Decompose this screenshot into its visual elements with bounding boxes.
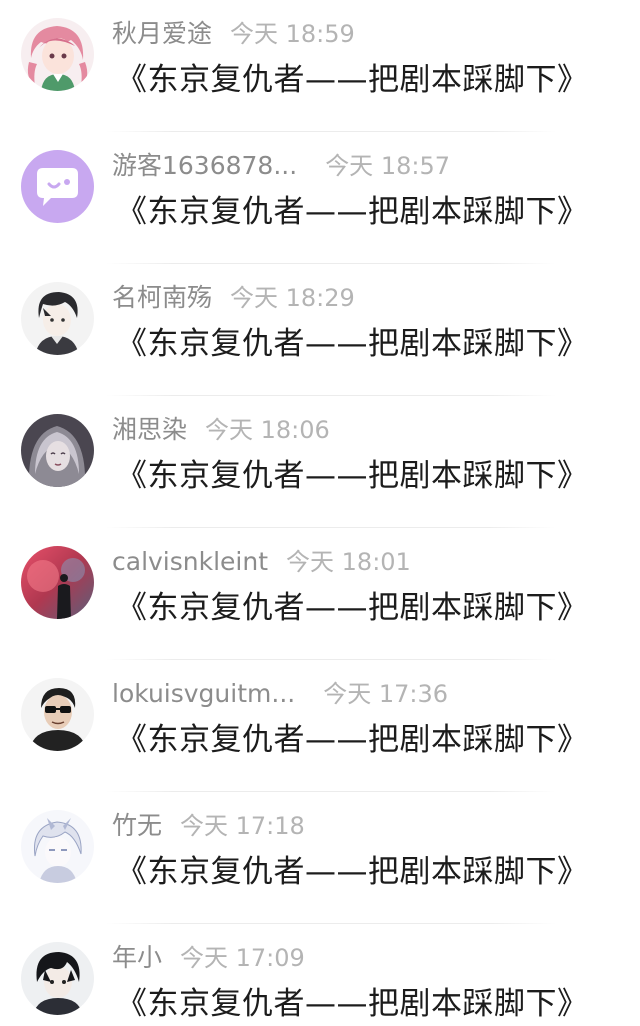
comment-meta: 竹无 今天 17:18 bbox=[112, 808, 305, 844]
timestamp: 今天 18:57 bbox=[325, 152, 450, 180]
comment-item[interactable]: 湘思染 今天 18:06 《东京复仇者——把剧本踩脚下》 bbox=[0, 396, 640, 528]
username[interactable]: calvisnkleint bbox=[112, 544, 268, 580]
username[interactable]: lokuisvguitm... bbox=[112, 676, 295, 712]
username[interactable]: 竹无 bbox=[112, 808, 162, 844]
comment-meta: lokuisvguitm... 今天 17:36 bbox=[112, 676, 448, 712]
anime-girl-white-hair-avatar bbox=[21, 414, 94, 487]
username[interactable]: 湘思染 bbox=[112, 412, 187, 448]
avatar[interactable] bbox=[21, 678, 94, 751]
comment-item[interactable]: 年小 今天 17:09 《东京复仇者——把剧本踩脚下》 bbox=[0, 924, 640, 1026]
anime-boy-black-hair-avatar bbox=[21, 942, 94, 1015]
comment-item[interactable]: 秋月爱途 今天 18:59 《东京复仇者——把剧本踩脚下》 bbox=[0, 0, 640, 132]
username[interactable]: 游客1636878... bbox=[112, 148, 297, 184]
timestamp: 今天 18:29 bbox=[230, 284, 355, 312]
avatar[interactable] bbox=[21, 546, 94, 619]
guest-chat-bubble-avatar bbox=[21, 150, 94, 223]
username[interactable]: 年小 bbox=[112, 940, 162, 976]
comment-meta: 名柯南殇 今天 18:29 bbox=[112, 280, 355, 316]
avatar[interactable] bbox=[21, 810, 94, 883]
comment-text: 《东京复仇者——把剧本踩脚下》 bbox=[116, 194, 589, 230]
timestamp: 今天 18:01 bbox=[286, 548, 411, 576]
silhouette-smoke-avatar bbox=[21, 546, 94, 619]
username[interactable]: 秋月爱途 bbox=[112, 16, 212, 52]
avatar[interactable] bbox=[21, 942, 94, 1015]
comment-meta: 秋月爱途 今天 18:59 bbox=[112, 16, 355, 52]
avatar[interactable] bbox=[21, 282, 94, 355]
anime-girl-pink-hair-avatar bbox=[21, 18, 94, 91]
comment-text: 《东京复仇者——把剧本踩脚下》 bbox=[116, 590, 589, 626]
anime-white-hair-sketch-avatar bbox=[21, 810, 94, 883]
comment-meta: 湘思染 今天 18:06 bbox=[112, 412, 330, 448]
timestamp: 今天 17:18 bbox=[180, 812, 305, 840]
avatar[interactable] bbox=[21, 150, 94, 223]
comment-text: 《东京复仇者——把剧本踩脚下》 bbox=[116, 326, 589, 362]
avatar[interactable] bbox=[21, 18, 94, 91]
anime-boy-dark-hair-avatar bbox=[21, 282, 94, 355]
comment-text: 《东京复仇者——把剧本踩脚下》 bbox=[116, 722, 589, 758]
comment-text: 《东京复仇者——把剧本踩脚下》 bbox=[116, 62, 589, 98]
timestamp: 今天 17:09 bbox=[180, 944, 305, 972]
comment-text: 《东京复仇者——把剧本踩脚下》 bbox=[116, 986, 589, 1022]
comment-meta: calvisnkleint 今天 18:01 bbox=[112, 544, 411, 580]
avatar[interactable] bbox=[21, 414, 94, 487]
comment-item[interactable]: 竹无 今天 17:18 《东京复仇者——把剧本踩脚下》 bbox=[0, 792, 640, 924]
comment-item[interactable]: 名柯南殇 今天 18:29 《东京复仇者——把剧本踩脚下》 bbox=[0, 264, 640, 396]
comment-meta: 游客1636878... 今天 18:57 bbox=[112, 148, 450, 184]
comment-list: 秋月爱途 今天 18:59 《东京复仇者——把剧本踩脚下》 游客1636878..… bbox=[0, 0, 640, 1026]
timestamp: 今天 17:36 bbox=[323, 680, 449, 708]
comment-item[interactable]: 游客1636878... 今天 18:57 《东京复仇者——把剧本踩脚下》 bbox=[0, 132, 640, 264]
timestamp: 今天 18:06 bbox=[205, 416, 330, 444]
comment-item[interactable]: lokuisvguitm... 今天 17:36 《东京复仇者——把剧本踩脚下》 bbox=[0, 660, 640, 792]
man-sunglasses-avatar bbox=[21, 678, 94, 751]
comment-item[interactable]: calvisnkleint 今天 18:01 《东京复仇者——把剧本踩脚下》 bbox=[0, 528, 640, 660]
comment-text: 《东京复仇者——把剧本踩脚下》 bbox=[116, 854, 589, 890]
username[interactable]: 名柯南殇 bbox=[112, 280, 212, 316]
timestamp: 今天 18:59 bbox=[230, 20, 355, 48]
comment-meta: 年小 今天 17:09 bbox=[112, 940, 305, 976]
comment-text: 《东京复仇者——把剧本踩脚下》 bbox=[116, 458, 589, 494]
